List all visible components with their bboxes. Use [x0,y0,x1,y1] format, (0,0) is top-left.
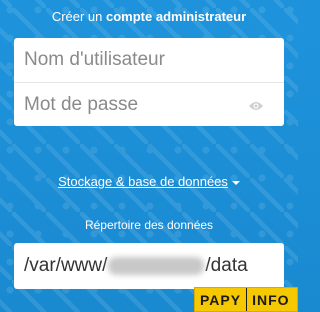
storage-link-label: Stockage & base de données [58,174,228,189]
title-bold: compte administrateur [106,9,247,24]
password-placeholder: Mot de passe [24,93,139,115]
username-input[interactable]: Nom d'utilisateur [14,38,284,82]
eye-icon[interactable] [248,99,264,111]
data-directory-label: Répertoire des données [84,218,214,232]
data-directory-input[interactable]: /var/www/ /data [14,243,284,289]
watermark-right: INFO [246,288,294,311]
page-title: Créer un compte administrateur [0,9,298,24]
title-prefix: Créer un [51,9,103,24]
data-directory-value-end: /data [205,255,248,276]
password-input[interactable]: Mot de passe [14,82,284,126]
username-placeholder: Nom d'utilisateur [24,49,165,70]
storage-database-toggle[interactable]: Stockage & base de données [0,174,298,189]
watermark-left: PAPY [200,291,242,308]
redacted-blur [108,257,205,275]
caret-down-icon [231,180,240,185]
data-directory-value-start: /var/www/ [24,255,108,276]
watermark-logo: PAPY INFO [194,287,298,312]
